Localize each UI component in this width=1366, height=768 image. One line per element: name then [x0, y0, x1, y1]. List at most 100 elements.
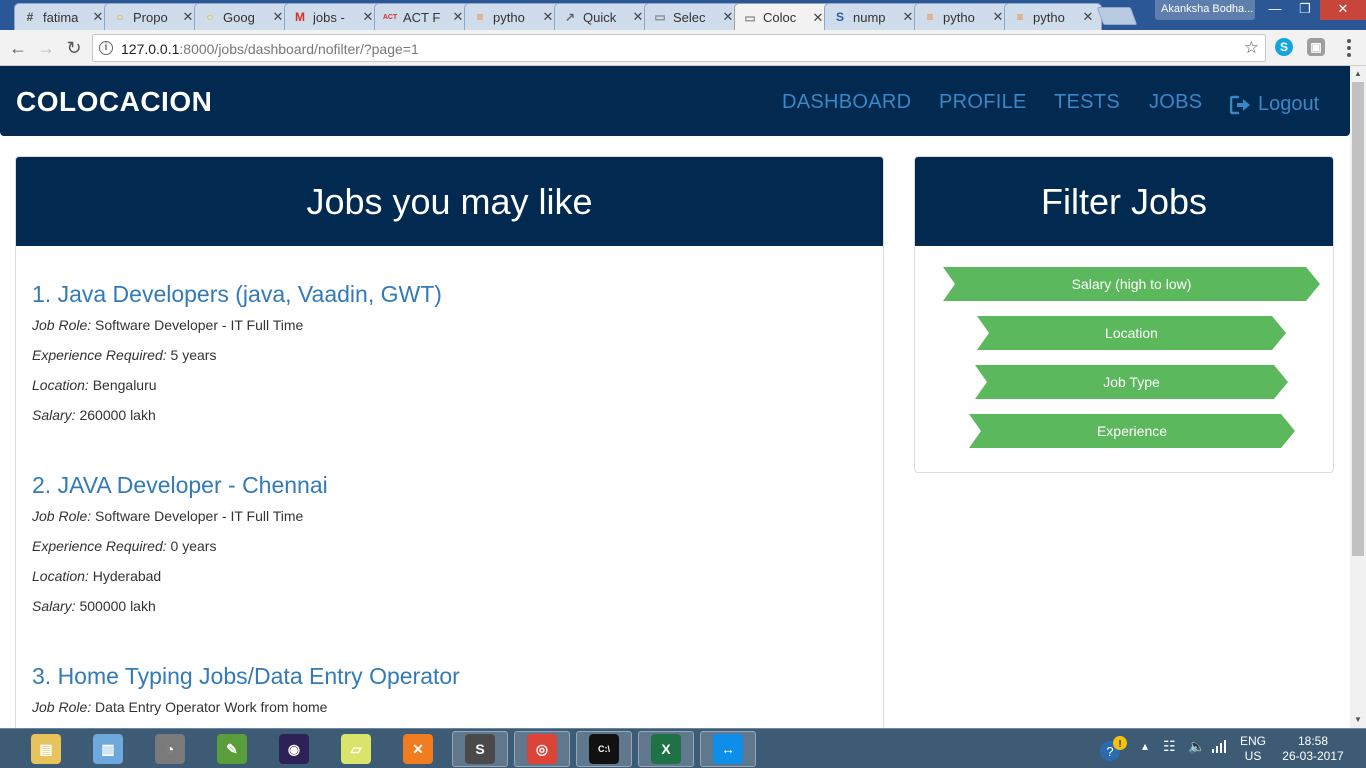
job-role-value: Software Developer - IT Full Time [95, 508, 304, 524]
tab-close-icon[interactable]: ✕ [271, 9, 285, 25]
tab-close-icon[interactable]: ✕ [451, 9, 465, 25]
tab-label: nump [853, 9, 886, 25]
filter-job-type-button[interactable]: Job Type [975, 365, 1288, 399]
tab-label: Goog [223, 9, 255, 25]
browser-tab[interactable]: ○ Goog ✕ [194, 3, 292, 30]
browser-tab[interactable]: ▭ Coloc ✕ [734, 3, 832, 31]
tab-close-icon[interactable]: ✕ [991, 9, 1005, 25]
scroll-up-arrow-icon[interactable]: ▲ [1350, 66, 1366, 82]
logout-link[interactable]: Logout [1230, 93, 1319, 116]
job-experience-value: 0 years [170, 538, 217, 554]
site-brand[interactable]: COLOCACION [16, 86, 212, 118]
minimize-icon[interactable]: — [1260, 0, 1290, 20]
job-experience-line: Experience Required: 0 years [32, 531, 872, 561]
bookmark-star-icon[interactable]: ☆ [1244, 38, 1259, 58]
taskbar-app-sublime-text[interactable]: S [452, 731, 508, 767]
tab-close-icon[interactable]: ✕ [901, 9, 915, 25]
nav-tests-link[interactable]: TESTS [1054, 91, 1120, 114]
tab-close-icon[interactable]: ✕ [541, 9, 555, 25]
info-icon[interactable]: i [99, 41, 113, 55]
skype-extension-icon[interactable]: S [1275, 38, 1293, 56]
taskbar-app-sticky-notes[interactable]: ▱ [328, 731, 384, 767]
browser-tab[interactable]: ▭ Selec ✕ [644, 3, 742, 30]
filter-location-button[interactable]: Location [977, 316, 1286, 350]
job-title-link[interactable]: 3. Home Typing Jobs/Data Entry Operator [32, 663, 872, 690]
network-device-icon[interactable]: ☷ [1163, 738, 1176, 755]
browser-tab[interactable]: Snump ✕ [824, 3, 922, 30]
taskbar-app-chrome[interactable]: ◎ [514, 731, 570, 767]
browser-tab[interactable]: ≡ pytho ✕ [914, 3, 1012, 30]
action-center-icon[interactable]: ? ! [1098, 735, 1128, 763]
tab-close-icon[interactable]: ✕ [181, 9, 195, 25]
command-prompt-icon: C:\ [589, 734, 619, 764]
tab-label: jobs - [313, 9, 345, 25]
filter-salary-button[interactable]: Salary (high to low) [943, 267, 1320, 301]
address-bar[interactable]: i 127.0.0.1:8000/jobs/dashboard/nofilter… [92, 34, 1266, 62]
teamviewer-icon: ↔ [713, 734, 743, 764]
tab-close-icon[interactable]: ✕ [361, 9, 375, 25]
filter-panel-title: Filter Jobs [915, 157, 1333, 246]
keyboard-layout: US [1244, 749, 1262, 763]
nav-jobs-link[interactable]: JOBS [1149, 91, 1202, 114]
browser-tab[interactable]: ↗ Quick ✕ [554, 3, 652, 30]
extension-icon[interactable]: ▣ [1307, 38, 1325, 56]
scrollbar-thumb[interactable] [1352, 82, 1364, 556]
jobs-panel: Jobs you may like 1. Java Developers (ja… [15, 156, 884, 728]
job-location-line: Location: Bengaluru [32, 370, 872, 400]
excel-icon: X [651, 734, 681, 764]
filter-experience-button[interactable]: Experience [969, 414, 1295, 448]
url-text[interactable]: 127.0.0.1:8000/jobs/dashboard/nofilter/?… [121, 41, 419, 57]
taskbar-app-notepad[interactable]: ▥ [80, 731, 136, 767]
browser-tab[interactable]: ≡ pytho ✕ [464, 3, 562, 30]
tab-favicon-icon: ▭ [744, 10, 756, 25]
restore-icon[interactable]: ❐ [1290, 0, 1320, 20]
taskbar-app-editor[interactable]: ✎ [204, 731, 260, 767]
tab-label: Selec [673, 9, 706, 25]
browser-tab[interactable]: ACT ACT F ✕ [374, 3, 472, 30]
logout-icon [1230, 95, 1252, 115]
back-arrow-icon[interactable]: ← [6, 36, 30, 60]
nav-profile-link[interactable]: PROFILE [939, 91, 1027, 114]
taskbar-app-command-prompt[interactable]: C:\ [576, 731, 632, 767]
reload-icon[interactable]: ↻ [62, 36, 86, 60]
profile-name[interactable]: Akanksha Bodha... [1155, 0, 1255, 20]
job-title-link[interactable]: 2. JAVA Developer - Chennai [32, 472, 872, 499]
taskbar-app-xampp[interactable]: ✕ [390, 731, 446, 767]
tab-close-icon[interactable]: ✕ [721, 9, 735, 25]
taskbar-app-excel[interactable]: X [638, 731, 694, 767]
taskbar-app-file-explorer[interactable]: ▤ [18, 731, 74, 767]
browser-tab[interactable]: Mjobs - ✕ [284, 3, 382, 30]
tab-close-icon[interactable]: ✕ [91, 9, 105, 25]
job-location-value: Hyderabad [92, 568, 162, 584]
page-scrollbar[interactable]: ▲ ▼ [1350, 66, 1366, 728]
new-tab-button[interactable] [1096, 7, 1138, 25]
job-role-label: Job Role: [32, 317, 92, 333]
language-indicator[interactable]: ENG US [1238, 734, 1268, 764]
forward-arrow-icon[interactable]: → [34, 36, 58, 60]
tab-favicon-icon: ↗ [564, 10, 576, 24]
close-window-icon[interactable]: ✕ [1320, 0, 1366, 20]
chrome-menu-icon[interactable] [1340, 38, 1358, 58]
nav-dashboard-link[interactable]: DASHBOARD [782, 91, 911, 114]
taskbar-app-eclipse[interactable]: ◉ [266, 731, 322, 767]
browser-tab[interactable]: ≡ pytho ✕ [1004, 3, 1102, 30]
tab-close-icon[interactable]: ✕ [1081, 9, 1095, 25]
scroll-down-arrow-icon[interactable]: ▼ [1350, 712, 1366, 728]
browser-tab[interactable]: # fatima ✕ [14, 3, 112, 30]
job-role-value: Data Entry Operator Work from home [95, 699, 328, 715]
taskbar-app-teamviewer[interactable]: ↔ [700, 731, 756, 767]
browser-tab[interactable]: ○ Propo ✕ [104, 3, 202, 30]
app-circle-icon: ◔ [155, 734, 185, 764]
tab-label: ACT F [403, 9, 441, 25]
tab-close-icon[interactable]: ✕ [631, 9, 645, 25]
volume-muted-icon[interactable]: 🔈 [1188, 738, 1205, 755]
show-hidden-icons-icon[interactable]: ▴ [1142, 739, 1148, 753]
tab-close-icon[interactable]: ✕ [811, 10, 825, 26]
wifi-signal-icon[interactable] [1212, 739, 1228, 756]
job-experience-label: Experience Required: [32, 538, 167, 554]
job-role-line: Job Role: Software Developer - IT Full T… [32, 501, 872, 531]
system-clock[interactable]: 18:58 26-03-2017 [1278, 734, 1348, 764]
taskbar-app-app-circle[interactable]: ◔ [142, 731, 198, 767]
site-navbar: COLOCACION DASHBOARD PROFILE TESTS JOBS … [0, 66, 1350, 136]
job-title-link[interactable]: 1. Java Developers (java, Vaadin, GWT) [32, 281, 872, 308]
